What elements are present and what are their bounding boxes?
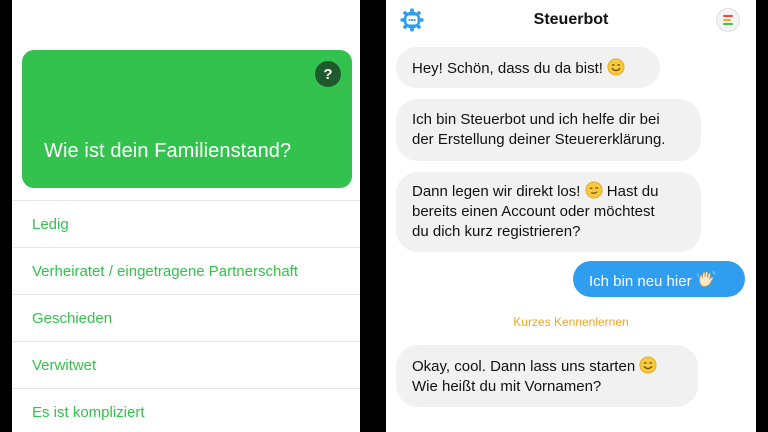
message-text: du dich kurz registrieren? [412,223,581,240]
option-verwitwet[interactable]: Verwitwet [12,342,360,389]
bot-message: Ich bin Steuerbot und ich helfe dir bei … [396,99,701,161]
message-text: Hey! Schön, dass du da bist! [412,60,603,77]
option-ledig[interactable]: Ledig [12,201,360,248]
message-text: Hast du [606,183,659,200]
user-message: Ich bin neu hier [573,261,745,297]
bot-message: Dann legen wir direkt los! Hast du berei… [396,172,701,252]
option-verheiratet[interactable]: Verheiratet / eingetragene Partnerschaft [12,248,360,295]
waving-hand-icon [697,271,715,287]
options-list: Ledig Verheiratet / eingetragene Partner… [12,200,360,432]
message-text: Ich bin neu hier [589,273,692,290]
smiling-face-icon [639,356,657,374]
message-text: der Erstellung deiner Steuererklärung. [412,131,666,148]
family-status-screen: ? Wie ist dein Familienstand? Ledig Verh… [12,0,360,432]
message-text: Ich bin Steuerbot und ich helfe dir bei [412,111,660,128]
message-text: bereits einen Account oder möchtest [412,203,655,220]
question-card: ? Wie ist dein Familienstand? [22,50,352,188]
chat-title: Steuerbot [533,11,609,28]
menu-icon[interactable] [716,8,740,32]
message-text: Wie heißt du mit Vornamen? [412,378,602,395]
option-kompliziert[interactable]: Es ist kompliziert [12,389,360,432]
winking-face-icon [585,181,603,199]
help-button[interactable]: ? [315,61,341,87]
message-text: Okay, cool. Dann lass uns starten [412,358,636,375]
section-label: Kurzes Kennenlernen [513,315,629,329]
bot-message: Okay, cool. Dann lass uns starten Wie he… [396,345,698,407]
option-geschieden[interactable]: Geschieden [12,295,360,342]
smiling-face-icon [607,58,625,76]
bot-message: Hey! Schön, dass du da bist! [396,47,660,88]
question-title: Wie ist dein Familienstand? [44,140,292,162]
chat-header: Steuerbot [386,0,756,40]
message-text: Dann legen wir direkt los! [412,183,581,200]
chat-screen: Steuerbot Hey! Schön, dass du da bist! I… [386,0,756,432]
